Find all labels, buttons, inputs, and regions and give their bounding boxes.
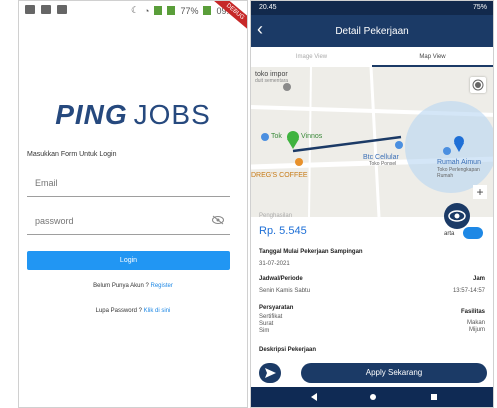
map-label-tok: Tok [271,133,282,140]
nav-home-icon[interactable] [370,394,376,400]
hours-label: Jam [472,276,485,282]
logo-ping: PING [55,99,128,130]
tab-image-view[interactable]: Image View [251,47,372,67]
signal-icon-2 [167,6,176,15]
requirements-label: Persyaratan [259,305,294,311]
home-store-icon [443,147,451,155]
app-bar: ‹ Detail Pekerjaan [251,15,493,47]
map-label-toko-impor: toko impor [255,71,288,78]
schedule-value: Senin Kamis Sabtu [259,288,311,294]
status-right-2: 75% [472,4,487,11]
map-label-dregs: DREG'S COFFEE [251,172,308,179]
map-view[interactable]: toko impor duit sementara Tok Vinnos Btc… [251,67,493,217]
app-icon [57,5,67,14]
gallery-icon [41,5,51,14]
status-bar: ☾ ◔ 77% 09:26 DEBUG [19,1,247,36]
email-field[interactable] [27,169,230,197]
eye-icon [448,210,466,222]
register-link[interactable]: Register [151,283,173,289]
schedule-label: Jadwal/Periode [259,276,303,282]
visibility-off-icon[interactable] [212,215,224,225]
notification-icon [25,5,35,14]
income-label: Penghasilan [259,213,293,219]
requirement-item: Sertifikat [259,314,283,320]
form-title: Masukkan Form Untuk Login [27,151,117,158]
map-label-btc: Btc Cellular [363,154,399,161]
wifi-icon: ◔ [144,5,150,16]
facility-item: Mijum [469,327,485,333]
password-field[interactable] [27,207,230,235]
price: Rp. 5.545 [259,225,307,237]
zoom-in-button[interactable]: + [473,185,487,199]
status-time-2: 20.45 [259,4,277,11]
toggle-switch[interactable] [463,227,483,239]
map-label-vinnos: Vinnos [301,133,323,140]
place-icon [283,83,291,91]
page-title: Detail Pekerjaan [335,26,409,37]
app-logo: PING JOBS [19,99,247,131]
view-tabs: Image View Map View [251,47,493,67]
signal-icon [154,6,163,15]
description-label: Deskripsi Pekerjaan [259,347,317,353]
requirement-item: Sim [259,328,270,334]
arta-label: arta [444,231,455,237]
login-button[interactable]: Login [27,251,230,270]
register-row: Belum Punya Akun ? Register [19,283,247,289]
map-label-btc-sub: Toko Ponsel [369,161,397,167]
tab-map-view[interactable]: Map View [372,47,493,67]
coffee-icon [295,158,303,166]
send-button[interactable] [259,363,281,383]
status-bar-2: 20.45 75% [251,1,493,15]
forgot-link[interactable]: Klik di sini [144,308,171,314]
hours-value: 13:57-14:57 [452,288,485,294]
logo-jobs: JOBS [133,99,211,130]
map-label-rumah-sub: Toko Perlengkapan Rumah [437,167,480,179]
map-canvas [251,67,493,217]
login-phone-screen: ☾ ◔ 77% 09:26 DEBUG PINGJOBS Masukkan Fo… [18,0,248,408]
forgot-prompt: Lupa Password ? [95,308,142,314]
detail-phone-screen: 20.45 75% ‹ Detail Pekerjaan Image View … [250,0,494,408]
apply-button[interactable]: Apply Sekarang [301,363,487,383]
system-nav-bar [251,387,493,407]
map-label-toko-impor-sub: duit sementara [255,78,289,84]
password-input[interactable] [33,215,207,227]
nav-buttons [311,393,437,401]
my-location-button[interactable] [470,77,486,93]
battery-level: 77% [180,5,199,16]
bottom-action-bar: Apply Sekarang [251,357,493,387]
requirement-item: Surat [259,321,274,327]
send-icon [265,368,276,378]
moon-icon: ☾ [130,5,140,15]
start-label: Tanggal Mulai Pekerjaan Sampingan [259,249,363,255]
job-details: Penghasilan Rp. 5.545 arta Tanggal Mulai… [251,203,493,362]
register-prompt: Belum Punya Akun ? [93,283,149,289]
view-fab[interactable] [444,203,470,229]
email-input[interactable] [33,177,207,189]
facilities-label: Fasilitas [460,309,485,315]
facility-item: Makan [466,320,485,326]
nav-recents-icon[interactable] [431,394,437,400]
forgot-row: Lupa Password ? Klik di sini [19,308,247,314]
location-icon [472,79,484,91]
store-icon [261,133,269,141]
start-value: 31-07-2021 [259,261,290,267]
battery-icon [203,6,212,15]
map-label-rumah: Rumah Aimun [437,159,481,166]
nav-back-icon[interactable] [311,393,317,401]
phone-store-icon [395,141,403,149]
